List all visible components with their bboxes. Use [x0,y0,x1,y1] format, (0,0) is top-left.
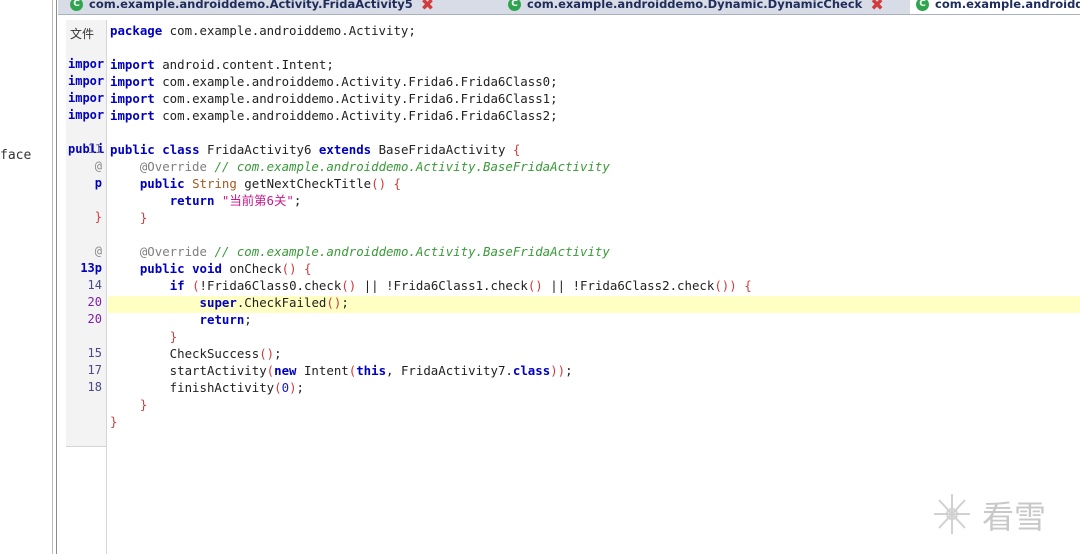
gutter-marker: 20 [87,295,102,309]
code-line[interactable]: } [110,209,147,226]
panel-divider [52,0,53,554]
code-editor[interactable]: 文件 impor impor impor impor publi @ p} @13p 14 20 2… [58,15,1080,554]
gutter-marker: impor [68,74,105,88]
gutter-marker: @ [94,159,102,173]
code-line[interactable]: public class FridaActivity6 extends Base… [110,141,520,158]
code-line[interactable]: CheckSuccess(); [110,345,282,362]
left-panel-label: face [0,148,32,163]
gutter-marker: 18 [87,380,102,394]
watermark-text: 看雪 [982,498,1046,536]
close-icon[interactable]: ✖ [870,0,883,14]
code-line[interactable]: import android.content.Intent; [110,56,334,73]
code-line[interactable]: } [110,328,177,345]
gutter-border [106,20,107,554]
code-line[interactable]: import com.example.androiddemo.Activity.… [110,90,558,107]
code-line[interactable]: } [110,396,147,413]
close-icon[interactable]: ✖ [421,0,434,14]
gutter-marker: impor [68,91,105,105]
tab-frida-activity6[interactable]: C com.example.androidd [910,0,1080,14]
class-icon: C [916,0,929,11]
class-icon: C [70,0,83,11]
file-label: 文件 [70,27,95,41]
gutter-marker: 13p [80,261,102,275]
gutter-marker: 15 [87,346,102,360]
code-line[interactable]: public String getNextCheckTitle() { [110,175,401,192]
code-line[interactable]: super.CheckFailed(); [110,294,349,311]
code-line[interactable]: import com.example.androiddemo.Activity.… [110,73,558,90]
tab-label: com.example.androiddemo.Activity.FridaAc… [89,0,413,11]
code-line[interactable]: finishActivity(0); [110,379,304,396]
tab-dynamic-check[interactable]: C com.example.androiddemo.Dynamic.Dynami… [508,0,884,14]
gutter-marker: impor [68,57,105,71]
code-line[interactable]: startActivity(new Intent(this, FridaActi… [110,362,573,379]
gutter-marker: 17 [87,363,102,377]
code-line[interactable]: package com.example.androiddemo.Activity… [110,22,416,39]
gutter-line-number: 11 [87,142,102,156]
code-line[interactable]: import com.example.androiddemo.Activity.… [110,107,558,124]
code-line[interactable]: } [110,413,117,430]
code-line[interactable]: @Override // com.example.androiddemo.Act… [110,243,610,260]
gutter-marker: impor [68,108,105,122]
code-line[interactable]: @Override // com.example.androiddemo.Act… [110,158,610,175]
code-line[interactable]: if (!Frida6Class0.check() || !Frida6Clas… [110,277,752,294]
editor-tab-bar: C com.example.androiddemo.Activity.Frida… [58,0,1080,15]
code-line[interactable]: public void onCheck() { [110,260,312,277]
tab-label: com.example.androidd [935,0,1080,11]
gutter-marker: 14 [87,278,102,292]
tab-label: com.example.androiddemo.Dynamic.DynamicC… [527,0,863,11]
watermark-logo: 看雪 [934,494,1046,536]
class-icon: C [508,0,521,11]
code-line[interactable]: return "当前第6关"; [110,192,302,209]
gutter-marker: p [94,176,102,190]
gutter-marker: 20 [87,312,102,326]
gutter-marker: @ [94,244,102,258]
tab-frida-activity5[interactable]: C com.example.androiddemo.Activity.Frida… [70,0,434,14]
gutter-marker: } [94,210,102,224]
left-panel: face [0,0,57,554]
code-line[interactable]: return; [110,311,252,328]
